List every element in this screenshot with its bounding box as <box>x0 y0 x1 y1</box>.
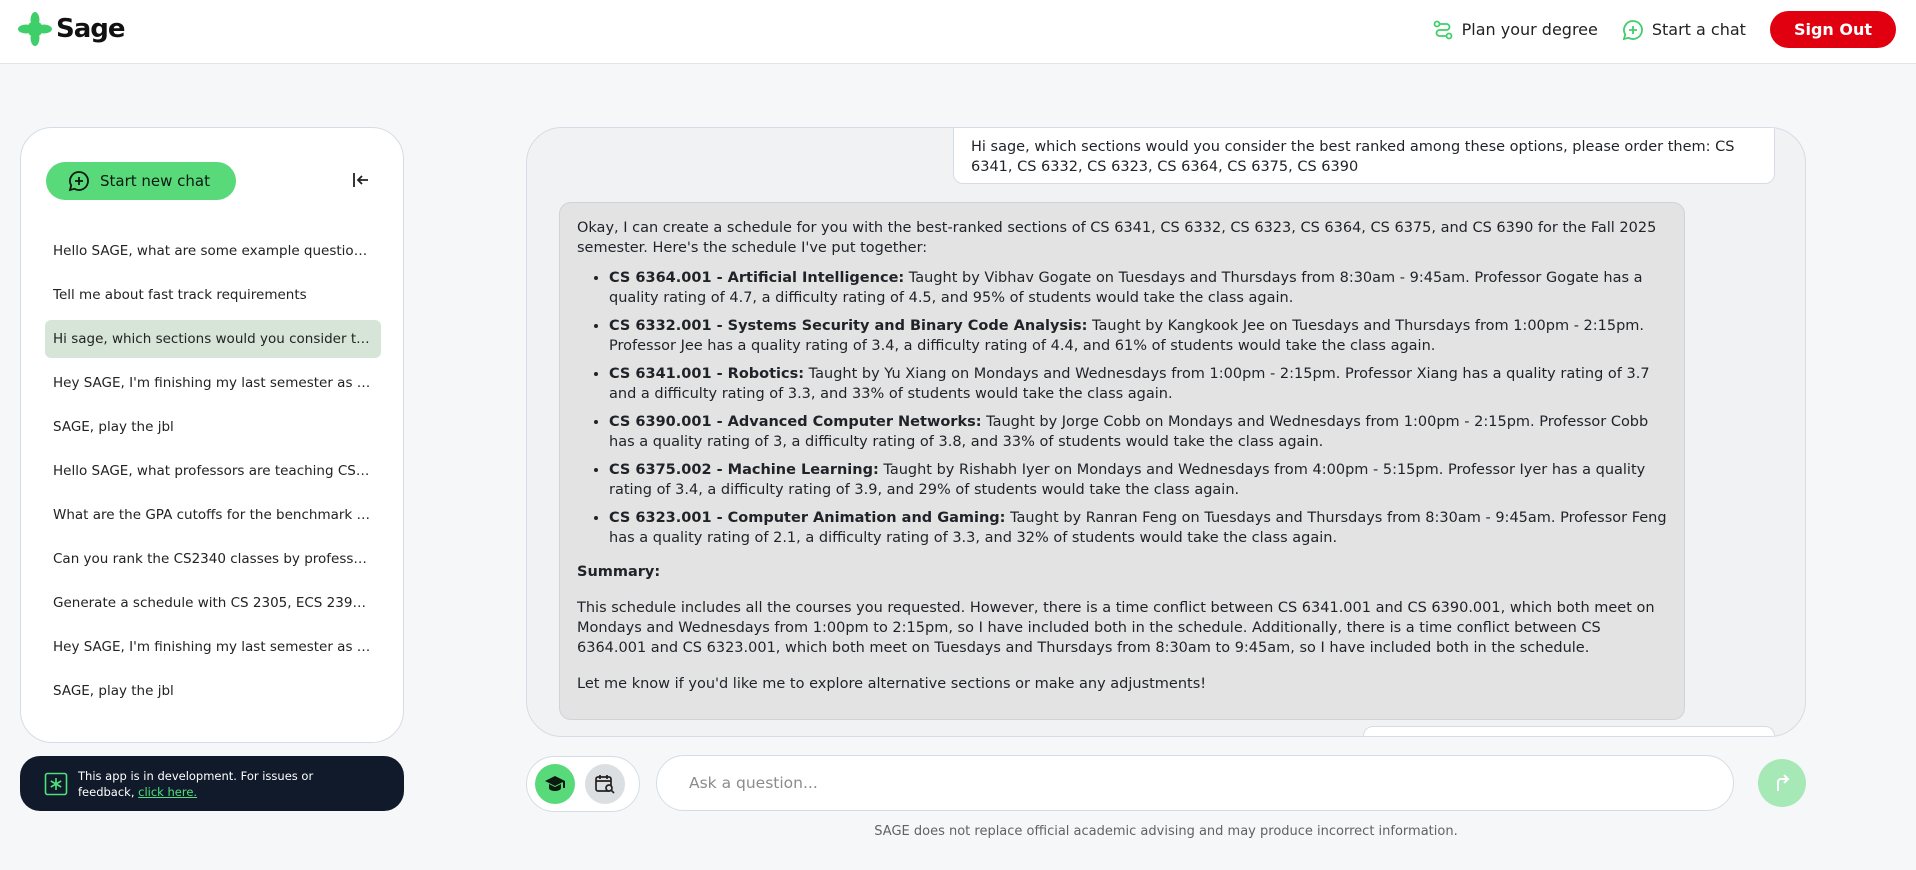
chat-history-item[interactable]: Can you rank the CS2340 classes by profe… <box>45 540 381 578</box>
header-nav: Plan your degree Start a chat Sign Out <box>1432 11 1896 48</box>
dev-notice-banner: This app is in development. For issues o… <box>20 756 404 811</box>
plan-degree-label: Plan your degree <box>1461 20 1598 39</box>
chat-history-item[interactable]: Hello SAGE, what are some example questi… <box>45 232 381 270</box>
course-list-item: CS 6323.001 - Computer Animation and Gam… <box>609 508 1667 548</box>
chat-history-item[interactable]: SAGE, play the jbl <box>45 672 381 710</box>
logo-text: Sage <box>56 14 126 44</box>
schedule-search-button[interactable] <box>585 764 625 804</box>
collapse-left-icon <box>353 173 368 187</box>
plan-degree-link[interactable]: Plan your degree <box>1432 19 1598 41</box>
assistant-message: Okay, I can create a schedule for you wi… <box>559 202 1685 720</box>
course-title: CS 6332.001 - Systems Security and Binar… <box>609 318 1088 334</box>
disclaimer-text: SAGE does not replace official academic … <box>874 824 1458 839</box>
chat-plus-icon <box>68 171 89 192</box>
course-list-item: CS 6375.002 - Machine Learning: Taught b… <box>609 460 1667 500</box>
asterisk-box-icon <box>44 772 68 795</box>
start-new-chat-label: Start new chat <box>100 172 211 190</box>
summary-heading: Summary: <box>577 562 1667 582</box>
route-icon <box>1433 20 1452 39</box>
course-list-item: CS 6364.001 - Artificial Intelligence: T… <box>609 268 1667 308</box>
top-header: Sage Plan your degree Start a chat Sign … <box>0 0 1916 64</box>
closing-text: Let me know if you'd like me to explore … <box>577 676 1207 692</box>
course-list-item: CS 6390.001 - Advanced Computer Networks… <box>609 412 1667 452</box>
chat-panel: Hi sage, which sections would you consid… <box>526 127 1806 737</box>
course-list-item: CS 6341.001 - Robotics: Taught by Yu Xia… <box>609 364 1667 404</box>
chat-history-item[interactable]: Hi sage, which sections would you consid… <box>45 320 381 358</box>
chat-plus-icon <box>1622 19 1643 40</box>
course-title: CS 6341.001 - Robotics: <box>609 366 805 382</box>
sage-logo[interactable]: Sage <box>18 12 126 46</box>
course-title: CS 6364.001 - Artificial Intelligence: <box>609 270 905 286</box>
chat-tools <box>526 756 640 812</box>
user-message: Hi sage, which sections would you consid… <box>953 128 1775 184</box>
course-list-item: CS 6332.001 - Systems Security and Binar… <box>609 316 1667 356</box>
chat-history-item[interactable]: Hello SAGE, what professors are teaching… <box>45 452 381 490</box>
sage-leaf-icon <box>18 12 52 46</box>
dev-notice-text: This app is in development. For issues o… <box>78 768 348 800</box>
degree-mode-button[interactable] <box>535 764 575 804</box>
feedback-link[interactable]: click here. <box>138 785 197 799</box>
chat-history-item[interactable]: Hey SAGE, I'm finishing my last semester… <box>45 364 381 402</box>
ask-question-input[interactable] <box>656 755 1734 811</box>
send-button[interactable] <box>1758 759 1806 807</box>
next-message-bubble <box>1363 726 1775 736</box>
chat-history-item[interactable]: What are the GPA cutoffs for the benchma… <box>45 496 381 534</box>
course-title: CS 6390.001 - Advanced Computer Networks… <box>609 414 982 430</box>
start-chat-link[interactable]: Start a chat <box>1622 19 1746 41</box>
course-list: CS 6364.001 - Artificial Intelligence: T… <box>609 268 1667 548</box>
course-title: CS 6375.002 - Machine Learning: <box>609 462 879 478</box>
sign-out-button[interactable]: Sign Out <box>1769 11 1896 48</box>
start-new-chat-button[interactable]: Start new chat <box>46 162 236 200</box>
summary-heading-text: Summary: <box>577 564 661 580</box>
graduation-cap-icon <box>545 776 565 791</box>
chat-history-item[interactable]: Generate a schedule with CS 2305, ECS 23… <box>45 584 381 622</box>
chat-history-item[interactable]: Hey SAGE, I'm finishing my last semester… <box>45 628 381 666</box>
chat-history-item[interactable]: Tell me about fast track requirements <box>45 276 381 314</box>
start-chat-label: Start a chat <box>1651 20 1746 39</box>
assistant-intro: Okay, I can create a schedule for you wi… <box>577 220 1657 256</box>
course-title: CS 6323.001 - Computer Animation and Gam… <box>609 510 1006 526</box>
calendar-search-icon <box>595 775 615 794</box>
summary-text: This schedule includes all the courses y… <box>577 600 1655 656</box>
collapse-sidebar-button[interactable] <box>351 170 371 194</box>
chat-history-item[interactable]: SAGE, play the jbl <box>45 408 381 446</box>
chat-history-list: Hello SAGE, what are some example questi… <box>45 232 381 716</box>
chat-history-sidebar: Start new chat Hello SAGE, what are some… <box>20 127 404 743</box>
send-arrow-icon <box>1777 774 1790 791</box>
